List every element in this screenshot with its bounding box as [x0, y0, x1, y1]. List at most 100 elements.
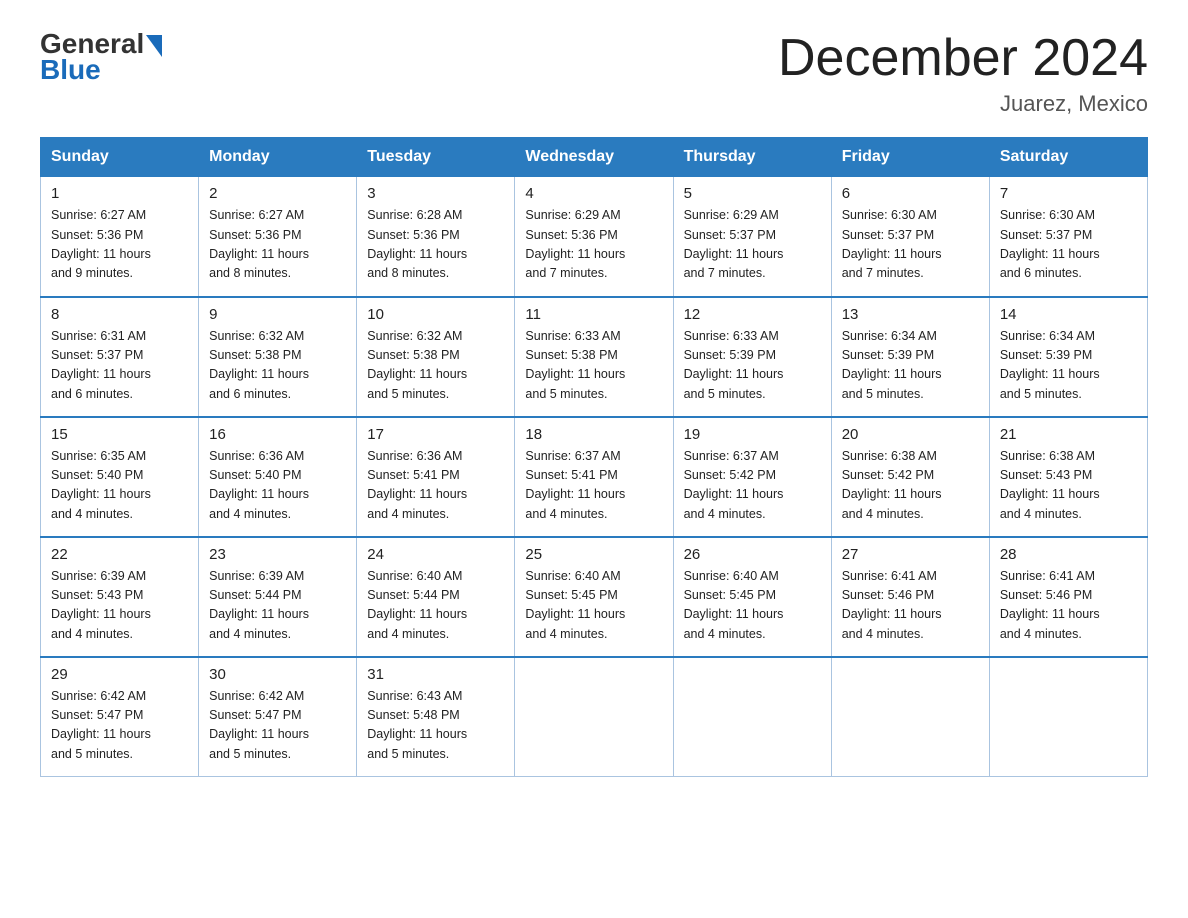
calendar-cell: 5Sunrise: 6:29 AMSunset: 5:37 PMDaylight…	[673, 177, 831, 297]
day-number: 21	[1000, 426, 1137, 443]
day-info: Sunrise: 6:35 AMSunset: 5:40 PMDaylight:…	[51, 447, 188, 525]
calendar-cell	[515, 657, 673, 777]
day-info: Sunrise: 6:40 AMSunset: 5:45 PMDaylight:…	[684, 567, 821, 645]
day-number: 19	[684, 426, 821, 443]
day-info: Sunrise: 6:27 AMSunset: 5:36 PMDaylight:…	[209, 206, 346, 284]
calendar-week-1: 1 Sunrise: 6:27 AMSunset: 5:36 PMDaylight…	[41, 177, 1148, 297]
day-info: Sunrise: 6:37 AMSunset: 5:41 PMDaylight:…	[525, 447, 662, 525]
day-info: Sunrise: 6:30 AMSunset: 5:37 PMDaylight:…	[842, 206, 979, 284]
calendar-cell: 15 Sunrise: 6:35 AMSunset: 5:40 PMDayligh…	[41, 417, 199, 537]
calendar-cell: 21 Sunrise: 6:38 AMSunset: 5:43 PMDayligh…	[989, 417, 1147, 537]
day-info: Sunrise: 6:42 AMSunset: 5:47 PMDaylight:…	[209, 687, 346, 765]
day-info: Sunrise: 6:36 AMSunset: 5:40 PMDaylight:…	[209, 447, 346, 525]
day-info: Sunrise: 6:40 AMSunset: 5:45 PMDaylight:…	[525, 567, 662, 645]
day-info: Sunrise: 6:39 AMSunset: 5:43 PMDaylight:…	[51, 567, 188, 645]
col-monday: Monday	[199, 138, 357, 177]
day-number: 6	[842, 185, 979, 202]
calendar-cell: 8Sunrise: 6:31 AMSunset: 5:37 PMDaylight…	[41, 297, 199, 417]
day-number: 14	[1000, 306, 1137, 323]
day-info: Sunrise: 6:33 AMSunset: 5:38 PMDaylight:…	[525, 327, 662, 405]
day-info: Sunrise: 6:29 AMSunset: 5:36 PMDaylight:…	[525, 206, 662, 284]
day-number: 4	[525, 185, 662, 202]
calendar-cell: 20 Sunrise: 6:38 AMSunset: 5:42 PMDayligh…	[831, 417, 989, 537]
day-number: 8	[51, 306, 188, 323]
day-number: 7	[1000, 185, 1137, 202]
page-header: General Blue December 2024 Juarez, Mexic…	[40, 30, 1148, 117]
col-thursday: Thursday	[673, 138, 831, 177]
calendar-cell: 14 Sunrise: 6:34 AMSunset: 5:39 PMDayligh…	[989, 297, 1147, 417]
day-info: Sunrise: 6:38 AMSunset: 5:43 PMDaylight:…	[1000, 447, 1137, 525]
day-number: 26	[684, 546, 821, 563]
day-number: 22	[51, 546, 188, 563]
day-number: 10	[367, 306, 504, 323]
calendar-cell: 27 Sunrise: 6:41 AMSunset: 5:46 PMDayligh…	[831, 537, 989, 657]
calendar-cell	[989, 657, 1147, 777]
calendar-cell: 10 Sunrise: 6:32 AMSunset: 5:38 PMDayligh…	[357, 297, 515, 417]
day-info: Sunrise: 6:39 AMSunset: 5:44 PMDaylight:…	[209, 567, 346, 645]
calendar-cell: 2Sunrise: 6:27 AMSunset: 5:36 PMDaylight…	[199, 177, 357, 297]
calendar-cell: 29Sunrise: 6:42 AMSunset: 5:47 PMDayligh…	[41, 657, 199, 777]
col-wednesday: Wednesday	[515, 138, 673, 177]
day-number: 1	[51, 185, 188, 202]
calendar-cell: 4 Sunrise: 6:29 AMSunset: 5:36 PMDaylight…	[515, 177, 673, 297]
day-number: 31	[367, 666, 504, 683]
day-number: 18	[525, 426, 662, 443]
day-info: Sunrise: 6:30 AMSunset: 5:37 PMDaylight:…	[1000, 206, 1137, 284]
day-number: 24	[367, 546, 504, 563]
calendar-cell: 6 Sunrise: 6:30 AMSunset: 5:37 PMDaylight…	[831, 177, 989, 297]
calendar-cell: 13 Sunrise: 6:34 AMSunset: 5:39 PMDayligh…	[831, 297, 989, 417]
location: Juarez, Mexico	[778, 91, 1148, 117]
calendar-cell: 18 Sunrise: 6:37 AMSunset: 5:41 PMDayligh…	[515, 417, 673, 537]
calendar-week-2: 8Sunrise: 6:31 AMSunset: 5:37 PMDaylight…	[41, 297, 1148, 417]
calendar-cell: 31 Sunrise: 6:43 AMSunset: 5:48 PMDayligh…	[357, 657, 515, 777]
day-info: Sunrise: 6:34 AMSunset: 5:39 PMDaylight:…	[1000, 327, 1137, 405]
calendar-cell: 22 Sunrise: 6:39 AMSunset: 5:43 PMDayligh…	[41, 537, 199, 657]
calendar-cell: 7 Sunrise: 6:30 AMSunset: 5:37 PMDaylight…	[989, 177, 1147, 297]
calendar-table: Sunday Monday Tuesday Wednesday Thursday…	[40, 137, 1148, 777]
day-info: Sunrise: 6:38 AMSunset: 5:42 PMDaylight:…	[842, 447, 979, 525]
day-info: Sunrise: 6:43 AMSunset: 5:48 PMDaylight:…	[367, 687, 504, 765]
calendar-cell: 30 Sunrise: 6:42 AMSunset: 5:47 PMDayligh…	[199, 657, 357, 777]
day-info: Sunrise: 6:28 AMSunset: 5:36 PMDaylight:…	[367, 206, 504, 284]
calendar-body: 1 Sunrise: 6:27 AMSunset: 5:36 PMDaylight…	[41, 177, 1148, 777]
col-saturday: Saturday	[989, 138, 1147, 177]
title-section: December 2024 Juarez, Mexico	[778, 30, 1148, 117]
day-number: 17	[367, 426, 504, 443]
day-info: Sunrise: 6:29 AMSunset: 5:37 PMDaylight:…	[684, 206, 821, 284]
calendar-cell: 9Sunrise: 6:32 AMSunset: 5:38 PMDaylight…	[199, 297, 357, 417]
logo-triangle-icon	[146, 35, 162, 57]
day-info: Sunrise: 6:37 AMSunset: 5:42 PMDaylight:…	[684, 447, 821, 525]
calendar-cell: 19 Sunrise: 6:37 AMSunset: 5:42 PMDayligh…	[673, 417, 831, 537]
day-number: 25	[525, 546, 662, 563]
day-number: 28	[1000, 546, 1137, 563]
day-info: Sunrise: 6:32 AMSunset: 5:38 PMDaylight:…	[209, 327, 346, 405]
day-number: 13	[842, 306, 979, 323]
day-info: Sunrise: 6:34 AMSunset: 5:39 PMDaylight:…	[842, 327, 979, 405]
calendar-week-3: 15 Sunrise: 6:35 AMSunset: 5:40 PMDayligh…	[41, 417, 1148, 537]
day-number: 11	[525, 306, 662, 323]
calendar-cell	[831, 657, 989, 777]
header-row: Sunday Monday Tuesday Wednesday Thursday…	[41, 138, 1148, 177]
day-number: 15	[51, 426, 188, 443]
day-number: 20	[842, 426, 979, 443]
day-number: 27	[842, 546, 979, 563]
calendar-cell: 23 Sunrise: 6:39 AMSunset: 5:44 PMDayligh…	[199, 537, 357, 657]
day-number: 29	[51, 666, 188, 683]
calendar-cell: 17Sunrise: 6:36 AMSunset: 5:41 PMDayligh…	[357, 417, 515, 537]
calendar-cell: 25 Sunrise: 6:40 AMSunset: 5:45 PMDayligh…	[515, 537, 673, 657]
calendar-cell: 12Sunrise: 6:33 AMSunset: 5:39 PMDayligh…	[673, 297, 831, 417]
day-number: 16	[209, 426, 346, 443]
day-info: Sunrise: 6:32 AMSunset: 5:38 PMDaylight:…	[367, 327, 504, 405]
calendar-cell: 16 Sunrise: 6:36 AMSunset: 5:40 PMDayligh…	[199, 417, 357, 537]
calendar-cell	[673, 657, 831, 777]
calendar-cell: 24 Sunrise: 6:40 AMSunset: 5:44 PMDayligh…	[357, 537, 515, 657]
day-number: 3	[367, 185, 504, 202]
day-number: 23	[209, 546, 346, 563]
month-title: December 2024	[778, 30, 1148, 87]
day-info: Sunrise: 6:40 AMSunset: 5:44 PMDaylight:…	[367, 567, 504, 645]
day-info: Sunrise: 6:41 AMSunset: 5:46 PMDaylight:…	[1000, 567, 1137, 645]
calendar-header: Sunday Monday Tuesday Wednesday Thursday…	[41, 138, 1148, 177]
col-friday: Friday	[831, 138, 989, 177]
day-info: Sunrise: 6:41 AMSunset: 5:46 PMDaylight:…	[842, 567, 979, 645]
day-number: 30	[209, 666, 346, 683]
